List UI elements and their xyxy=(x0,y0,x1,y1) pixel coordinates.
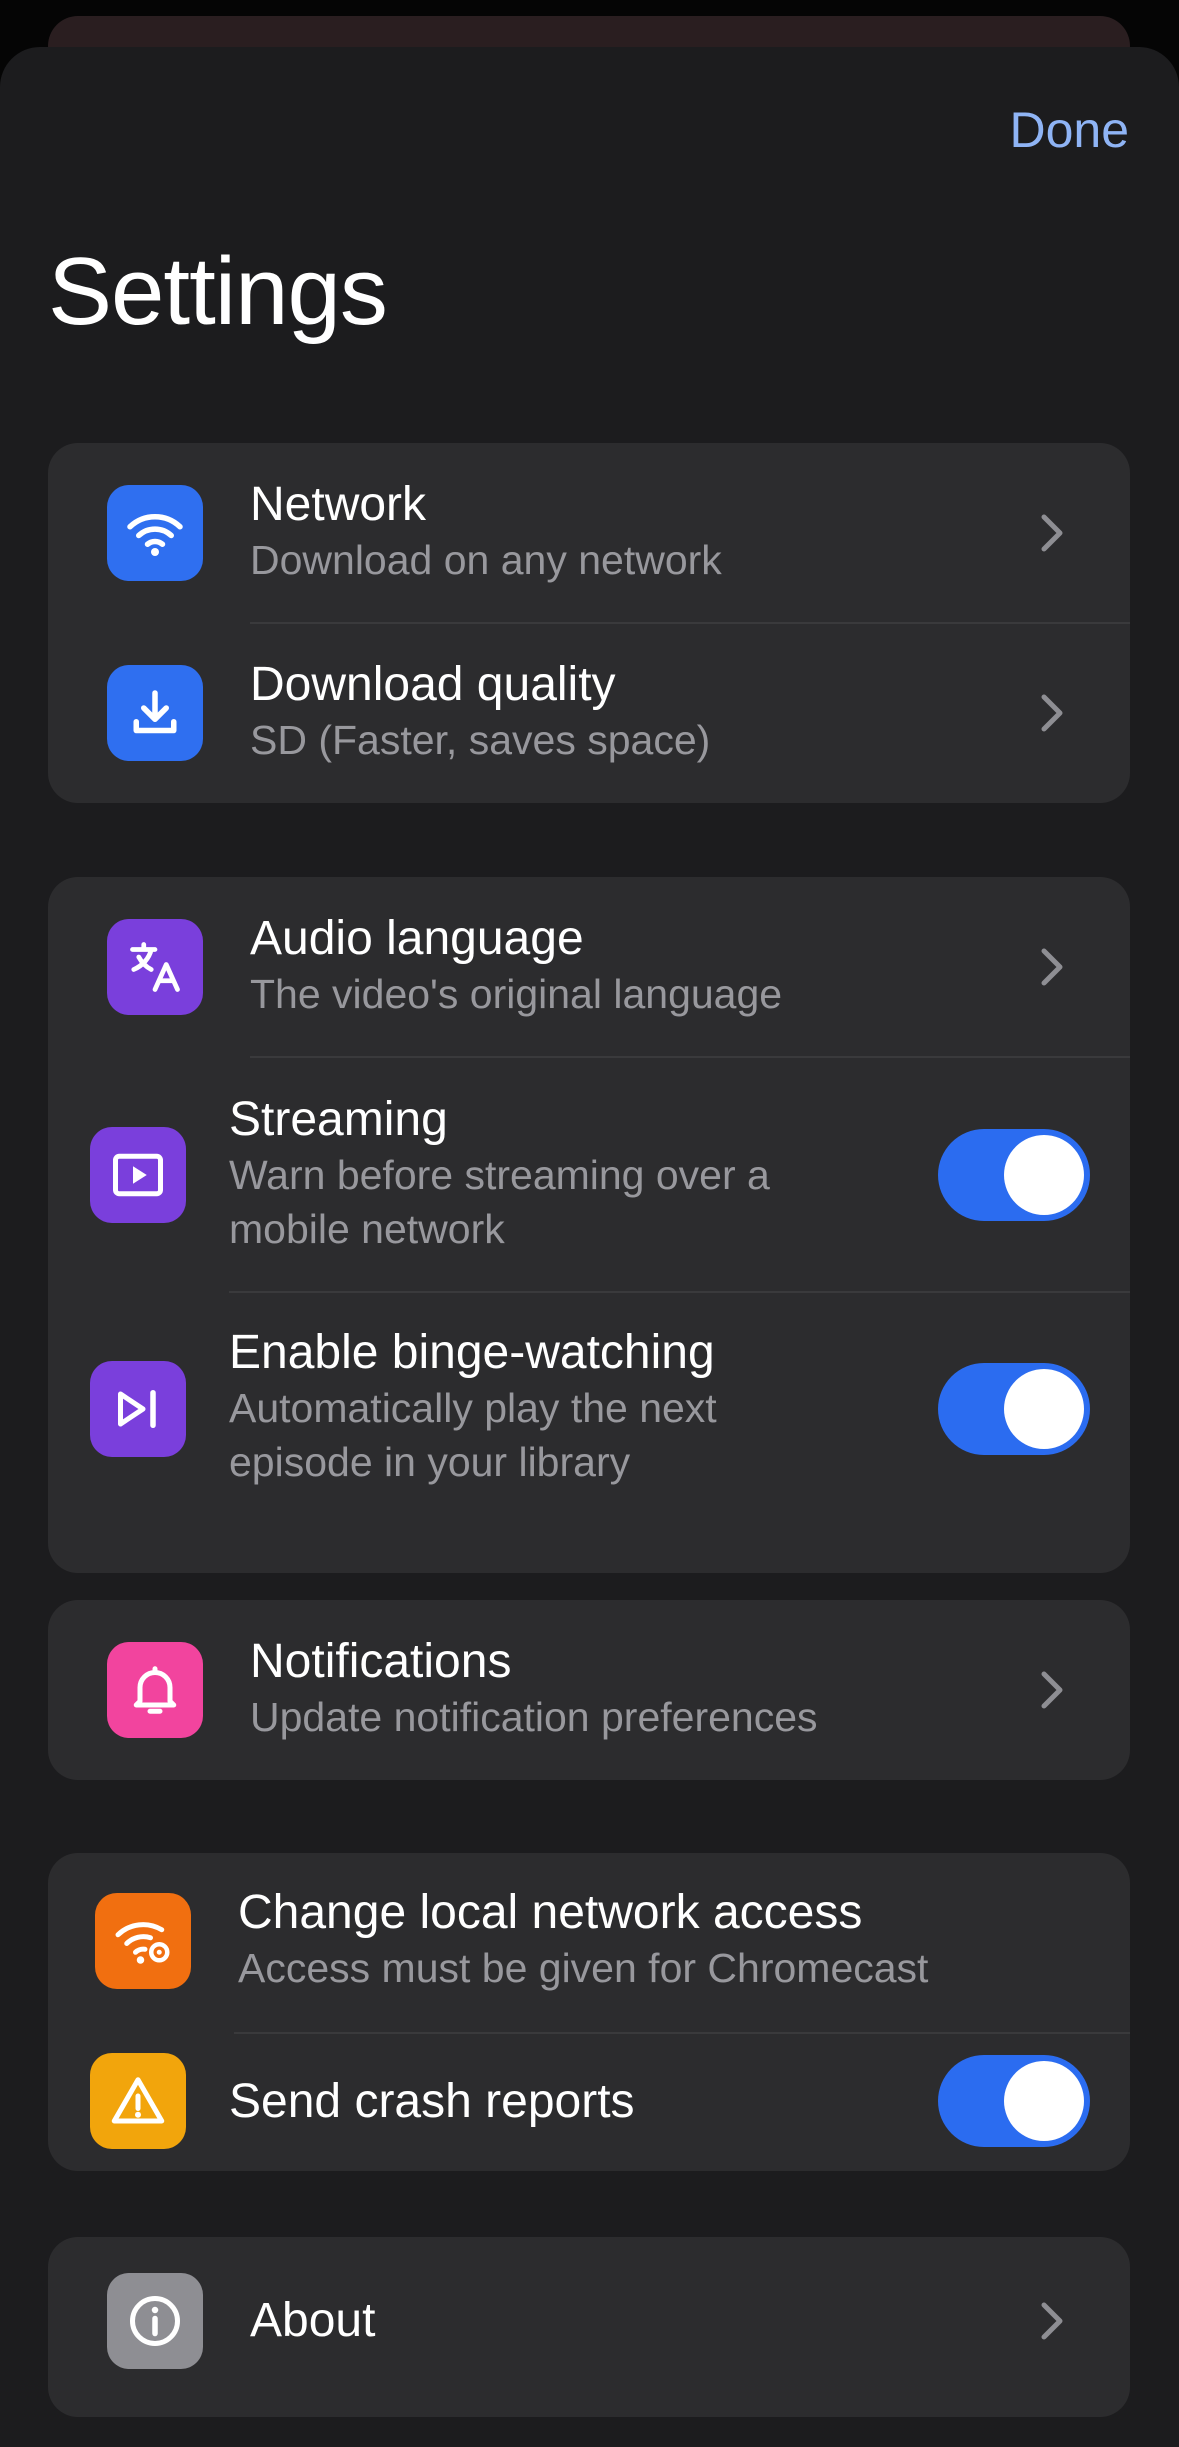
wifi-settings-icon xyxy=(95,1893,191,1989)
crash-reports-row: Send crash reports xyxy=(48,2034,1130,2171)
chevron-right-icon xyxy=(1041,514,1063,552)
toggle-knob xyxy=(1004,1369,1084,1449)
download-icon xyxy=(107,665,203,761)
skip-next-icon xyxy=(90,1361,186,1457)
settings-group-playback: Audio language The video's original lang… xyxy=(48,877,1130,1573)
download-quality-subtitle: SD (Faster, saves space) xyxy=(250,717,711,763)
toggle-knob xyxy=(1004,2061,1084,2141)
bell-icon xyxy=(107,1642,203,1738)
streaming-subtitle: Warn before streaming over a mobile netw… xyxy=(229,1152,770,1252)
download-quality-row[interactable]: Download quality SD (Faster, saves space… xyxy=(48,624,1130,803)
chevron-right-icon xyxy=(1041,2302,1063,2340)
streaming-row: Streaming Warn before streaming over a m… xyxy=(48,1058,1130,1292)
settings-group-notifications: Notifications Update notification prefer… xyxy=(48,1600,1130,1780)
audio-language-subtitle: The video's original language xyxy=(250,971,783,1017)
settings-group-system: Change local network access Access must … xyxy=(48,1853,1130,2171)
streaming-title: Streaming xyxy=(229,1093,448,1146)
page-title: Settings xyxy=(48,238,388,345)
chevron-right-icon xyxy=(1041,694,1063,732)
binge-watching-subtitle: Automatically play the next episode in y… xyxy=(229,1385,717,1485)
settings-group-downloads: Network Download on any network Download… xyxy=(48,443,1130,803)
crash-reports-title: Send crash reports xyxy=(229,2075,635,2128)
network-subtitle: Download on any network xyxy=(250,537,722,583)
audio-language-row[interactable]: Audio language The video's original lang… xyxy=(48,877,1130,1057)
network-title: Network xyxy=(250,478,427,531)
about-row[interactable]: About xyxy=(48,2237,1130,2417)
streaming-toggle[interactable] xyxy=(938,1129,1090,1221)
play-icon xyxy=(90,1127,186,1223)
local-network-access-row[interactable]: Change local network access Access must … xyxy=(48,1853,1130,2033)
notifications-row[interactable]: Notifications Update notification prefer… xyxy=(48,1600,1130,1780)
wifi-icon xyxy=(107,485,203,581)
settings-group-about: About xyxy=(48,2237,1130,2417)
translate-icon xyxy=(107,919,203,1015)
about-title: About xyxy=(250,2294,376,2347)
binge-watching-row: Enable binge-watching Automatically play… xyxy=(48,1293,1130,1573)
info-icon xyxy=(107,2273,203,2369)
toggle-knob xyxy=(1004,1135,1084,1215)
warning-icon xyxy=(90,2053,186,2149)
chevron-right-icon xyxy=(1041,1671,1063,1709)
settings-sheet: Done Settings Network Download on any ne… xyxy=(0,47,1179,2447)
download-quality-title: Download quality xyxy=(250,658,616,711)
crash-reports-toggle[interactable] xyxy=(938,2055,1090,2147)
notifications-title: Notifications xyxy=(250,1635,512,1688)
chevron-right-icon xyxy=(1041,948,1063,986)
local-network-access-title: Change local network access xyxy=(238,1886,863,1939)
done-button[interactable]: Done xyxy=(1009,101,1129,159)
binge-watching-title: Enable binge-watching xyxy=(229,1326,715,1379)
network-row[interactable]: Network Download on any network xyxy=(48,443,1130,623)
local-network-access-subtitle: Access must be given for Chromecast xyxy=(238,1945,929,1991)
notifications-subtitle: Update notification preferences xyxy=(250,1694,818,1740)
audio-language-title: Audio language xyxy=(250,912,584,965)
binge-watching-toggle[interactable] xyxy=(938,1363,1090,1455)
